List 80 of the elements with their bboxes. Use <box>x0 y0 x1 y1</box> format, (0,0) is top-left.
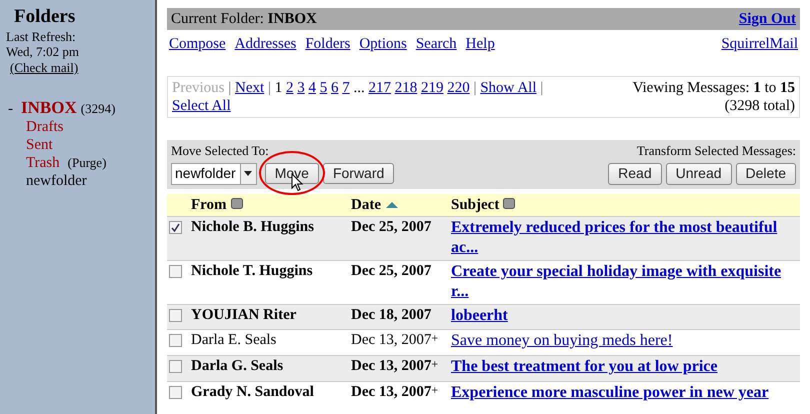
folder-link[interactable]: Trash <box>26 154 60 172</box>
refresh-label: Last Refresh: <box>6 28 77 44</box>
date-text: Dec 25, 2007 <box>351 218 432 235</box>
date-text: Dec 18, 2007 <box>351 306 432 323</box>
move-label: Move Selected To: <box>171 143 269 159</box>
row-checkbox[interactable] <box>169 220 182 234</box>
brand-link[interactable]: SquirrelMail <box>721 35 798 53</box>
nav-link[interactable]: Addresses <box>234 35 296 53</box>
separator: | <box>473 80 476 96</box>
nav-link[interactable]: Search <box>416 35 457 53</box>
nav-link[interactable]: Folders <box>305 35 350 53</box>
page-link[interactable]: 7 <box>342 80 350 96</box>
sort-icon[interactable] <box>503 198 516 209</box>
current-folder: Current Folder: INBOX <box>171 10 317 28</box>
separator: | <box>228 80 232 96</box>
attachment-label: + <box>431 357 438 372</box>
page-link[interactable]: 4 <box>308 80 316 96</box>
subject-link[interactable]: Experience more masculine power in new year <box>451 382 769 403</box>
attachment-label: + <box>431 382 438 397</box>
page-link[interactable]: 5 <box>320 80 328 96</box>
sidebar-title: Folders <box>14 6 76 29</box>
nav-link[interactable]: Options <box>359 35 407 53</box>
subject-link[interactable]: Save money on buying meds here! <box>451 331 673 352</box>
page-link[interactable]: 220 <box>447 80 470 96</box>
current-page: 1 <box>274 80 282 96</box>
pager-link[interactable]: Next <box>235 80 264 96</box>
column-header[interactable]: From <box>191 196 227 213</box>
folder-count: (3294) <box>80 100 116 116</box>
nav-link[interactable]: Compose <box>169 35 226 53</box>
page-link[interactable]: 217 <box>368 80 391 96</box>
sender-text: Nichole T. Huggins <box>191 262 313 279</box>
folder-link[interactable]: newfolder <box>26 172 87 190</box>
pager-link[interactable]: Show All <box>480 80 536 96</box>
folder-link[interactable]: Sent <box>26 136 53 154</box>
sort-ascending-icon[interactable] <box>385 200 399 209</box>
total-count: (3298 total) <box>724 97 795 115</box>
action-button[interactable]: Unread <box>666 162 732 185</box>
action-button[interactable]: Delete <box>736 162 796 185</box>
sender-text: YOUJIAN Riter <box>191 306 296 323</box>
row-checkbox[interactable] <box>169 334 182 348</box>
purge-link[interactable]: (Purge) <box>68 154 106 171</box>
sender-text: Grady N. Sandoval <box>191 384 314 400</box>
refresh-time: Wed, 7:02 pm <box>6 44 80 60</box>
row-checkbox[interactable] <box>169 386 182 399</box>
date-text: Dec 13, 2007 <box>351 332 432 348</box>
separator: | <box>540 80 544 96</box>
attachment-label: + <box>431 331 438 346</box>
row-checkbox[interactable] <box>169 308 182 322</box>
date-text: Dec 13, 2007 <box>351 358 432 374</box>
sign-out-link[interactable]: Sign Out <box>738 10 796 28</box>
folder-link[interactable]: Drafts <box>26 118 64 136</box>
pager-link[interactable]: Select All <box>172 98 231 114</box>
page-link[interactable]: 219 <box>420 80 444 96</box>
page-link[interactable]: 218 <box>394 80 418 96</box>
row-checkbox[interactable] <box>169 264 182 278</box>
folder-expander[interactable]: - <box>8 100 13 118</box>
folder-select[interactable]: newfolder <box>171 162 257 185</box>
folder-link[interactable]: INBOX <box>21 98 77 118</box>
ellipsis: ... <box>353 80 365 96</box>
nav-link[interactable]: Help <box>466 35 495 53</box>
subject-link[interactable]: lobeerht <box>451 306 508 326</box>
date-text: Dec 25, 2007 <box>351 262 432 279</box>
sender-text: Nichole B. Huggins <box>191 218 314 235</box>
page-link[interactable]: 3 <box>297 80 305 96</box>
separator: | <box>268 80 271 96</box>
sender-text: Darla G. Seals <box>191 358 284 374</box>
caret-icon <box>240 164 256 184</box>
sort-icon[interactable] <box>230 198 243 209</box>
viewing-messages: Viewing Messages: 1 to 15 <box>632 79 795 97</box>
transform-label: Transform Selected Messages: <box>636 143 796 159</box>
action-button[interactable]: Read <box>608 162 662 185</box>
row-checkbox[interactable] <box>169 360 182 374</box>
subject-link[interactable]: Create your special holiday image with exquisite r... <box>451 262 798 302</box>
check-mail-link[interactable]: (Check mail) <box>10 60 78 75</box>
page-link[interactable]: 6 <box>330 80 338 96</box>
page-link[interactable]: 2 <box>286 80 294 96</box>
date-text: Dec 13, 2007 <box>351 384 432 400</box>
sender-text: Darla E. Seals <box>191 332 276 348</box>
action-button[interactable]: Forward <box>322 163 394 184</box>
column-header[interactable]: Subject <box>451 196 500 213</box>
